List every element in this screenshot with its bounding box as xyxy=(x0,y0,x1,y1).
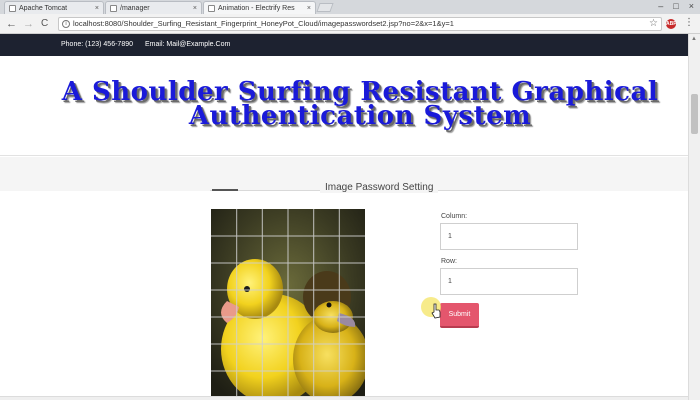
page-favicon-icon xyxy=(110,4,117,12)
browser-tab-strip: Apache Tomcat × /manager × Animation - E… xyxy=(0,0,700,14)
scroll-thumb[interactable] xyxy=(691,94,698,134)
maximize-icon[interactable]: □ xyxy=(673,1,678,11)
window-controls: – □ × xyxy=(658,1,694,11)
forward-button[interactable]: → xyxy=(23,17,34,31)
close-window-icon[interactable]: × xyxy=(689,1,694,11)
tomcat-favicon-icon xyxy=(9,4,16,12)
reload-button[interactable]: C xyxy=(41,17,48,31)
back-button[interactable]: ← xyxy=(6,17,17,31)
tab-manager[interactable]: /manager × xyxy=(105,1,202,14)
browser-toolbar: ← → C localhost:8080/Shoulder_Surfing_Re… xyxy=(0,14,700,34)
column-input[interactable] xyxy=(440,223,578,250)
tab-title: /manager xyxy=(120,4,150,12)
adblock-extension-icon[interactable]: ABP xyxy=(666,19,677,29)
close-tab-icon[interactable]: × xyxy=(307,5,311,12)
minimize-icon[interactable]: – xyxy=(658,1,663,11)
section-title: Image Password Setting xyxy=(320,182,439,193)
page-favicon-icon xyxy=(208,4,215,12)
site-header: A Shoulder Surfing Resistant Graphical A… xyxy=(0,56,688,156)
heading-accent xyxy=(212,189,238,191)
site-title-line-2: Authentication System xyxy=(188,101,532,131)
submit-button[interactable]: Submit xyxy=(440,303,479,328)
browser-menu-icon[interactable]: ⋮ xyxy=(684,18,694,28)
tab-animation[interactable]: Animation - Electrify Res × xyxy=(203,1,316,14)
close-tab-icon[interactable]: × xyxy=(95,5,99,12)
new-tab-button[interactable] xyxy=(316,3,334,12)
site-info-icon[interactable]: i xyxy=(62,20,70,28)
tab-title: Animation - Electrify Res xyxy=(218,4,295,12)
row-label: Row: xyxy=(441,258,457,265)
phone-text: Phone: (123) 456-7890 xyxy=(61,41,133,48)
section-heading: Image Password Setting xyxy=(210,182,540,194)
page-scrollbar[interactable]: ▲ xyxy=(688,34,700,400)
scroll-up-icon[interactable]: ▲ xyxy=(691,36,697,42)
address-bar[interactable]: localhost:8080/Shoulder_Surfing_Resistan… xyxy=(58,17,662,31)
page-footer-edge xyxy=(0,396,688,400)
column-label: Column: xyxy=(441,213,468,220)
ducklings-image xyxy=(211,209,365,400)
row-input[interactable] xyxy=(440,268,578,295)
password-image-grid[interactable] xyxy=(211,209,365,400)
hand-cursor-icon xyxy=(431,303,441,319)
site-title: A Shoulder Surfing Resistant Graphical A… xyxy=(40,79,680,131)
email-link[interactable]: Email: Mail@Example.Com xyxy=(145,41,230,48)
tab-title: Apache Tomcat xyxy=(19,4,68,12)
bookmark-star-icon[interactable]: ☆ xyxy=(649,18,658,29)
contact-topbar: Phone: (123) 456-7890 Email: Mail@Exampl… xyxy=(0,34,688,56)
tab-apache-tomcat[interactable]: Apache Tomcat × xyxy=(4,1,104,14)
close-tab-icon[interactable]: × xyxy=(193,5,197,12)
